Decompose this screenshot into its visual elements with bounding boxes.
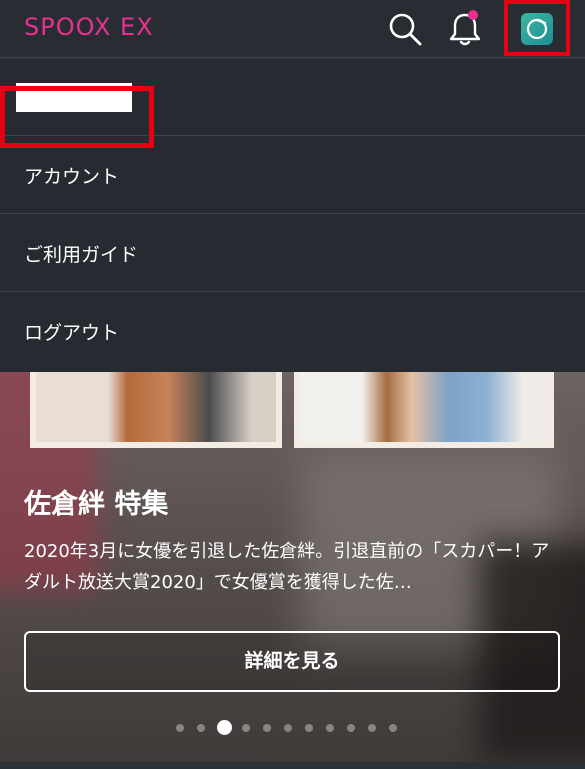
carousel-dot[interactable] [176,724,184,732]
carousel-dot[interactable] [284,724,292,732]
search-icon[interactable] [386,10,424,48]
logo[interactable]: SPOOX EX [24,13,154,41]
app-header: SPOOX EX [0,0,585,58]
details-button[interactable]: 詳細を見る [24,631,560,692]
menu-item-logout[interactable]: ログアウト [0,293,585,370]
bottom-bar [0,762,585,769]
menu-item-guide[interactable]: ご利用ガイド [0,215,585,292]
notification-dot [468,10,478,20]
carousel-dot[interactable] [368,724,376,732]
carousel-dot[interactable] [197,724,205,732]
bell-icon[interactable] [446,10,484,48]
feature-title: 佐倉絆 特集 [24,489,169,520]
carousel-dot[interactable] [305,724,313,732]
menu-item-account[interactable]: アカウント [0,137,585,214]
carousel-dot-active[interactable] [217,720,232,735]
carousel-dot[interactable] [347,724,355,732]
carousel-dot[interactable] [263,724,271,732]
feature-image-2[interactable] [294,372,554,448]
carousel-pagination [0,720,585,735]
avatar-button[interactable] [504,0,570,56]
carousel-dot[interactable] [242,724,250,732]
feature-description: 2020年3月に女優を引退した佐倉絆。引退直前の「スカパー！アダルト放送大賞20… [24,541,550,593]
carousel-dot[interactable] [326,724,334,732]
feature-image-1[interactable] [30,372,282,448]
feature-hero: 佐倉絆 特集 2020年3月に女優を引退した佐倉絆。引退直前の「スカパー！アダル… [0,372,585,762]
menu-item-label: ログアウト [24,322,120,344]
carousel-dot[interactable] [389,724,397,732]
avatar-icon [521,13,553,45]
account-highlight [0,86,154,148]
menu-item-label: ご利用ガイド [24,244,139,266]
menu-item-label: アカウント [24,166,120,188]
